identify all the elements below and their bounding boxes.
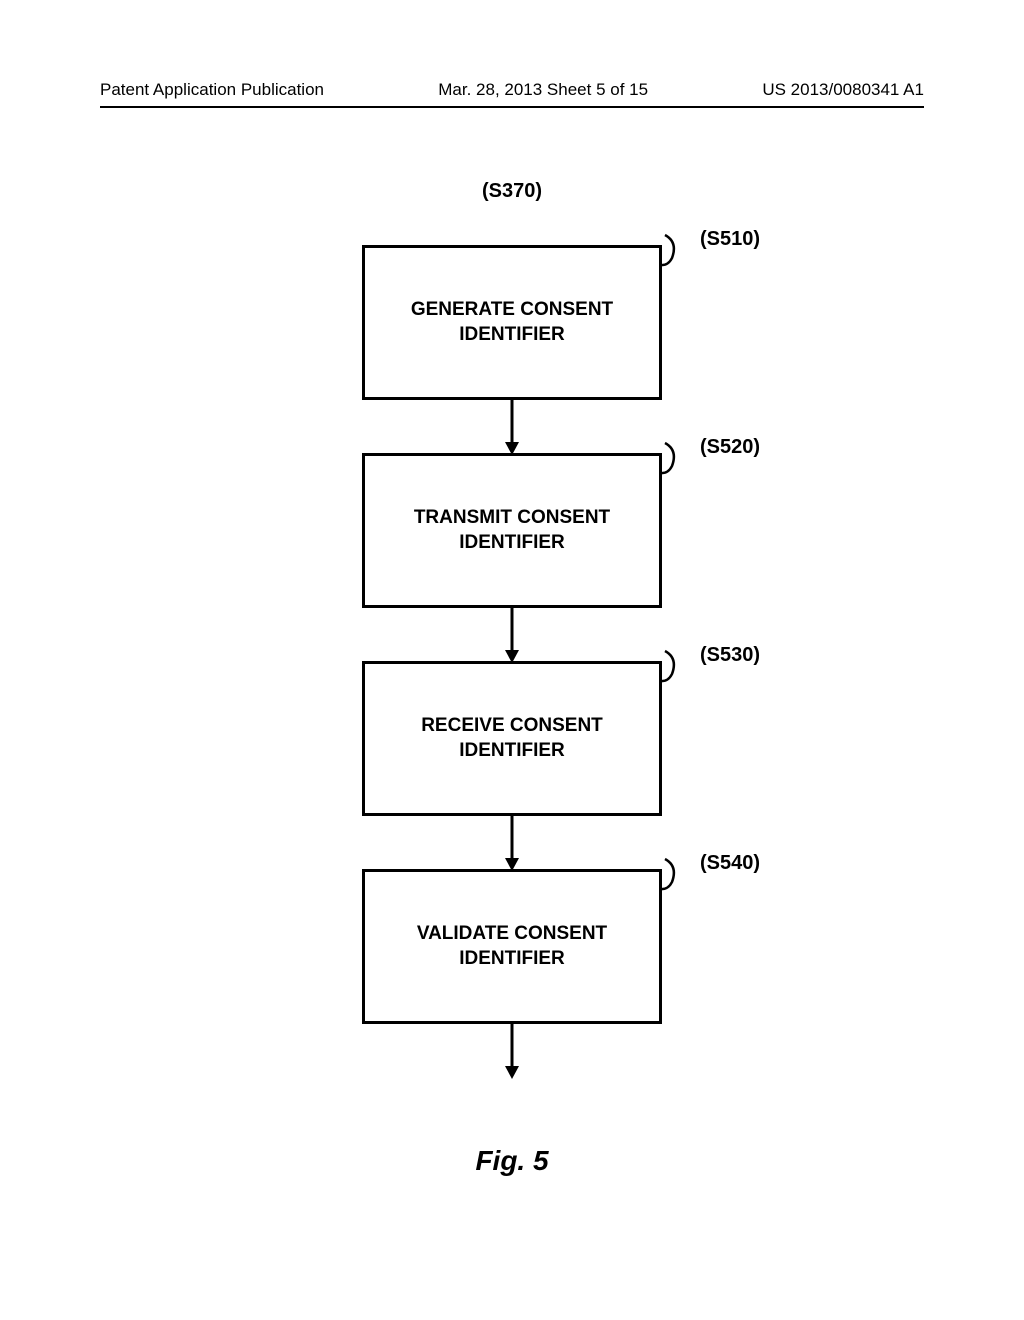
flow-step-transmit: TRANSMIT CONSENT IDENTIFIER bbox=[362, 453, 662, 608]
step-reference-label: (S510) bbox=[700, 228, 760, 251]
reference-hook-icon bbox=[660, 854, 700, 894]
flow-arrow-icon bbox=[502, 1024, 522, 1079]
flow-step-receive: RECEIVE CONSENT IDENTIFIER bbox=[362, 661, 662, 816]
reference-hook-icon bbox=[660, 438, 700, 478]
top-reference-label: (S370) bbox=[482, 180, 542, 203]
header-divider bbox=[100, 106, 924, 108]
header-right: US 2013/0080341 A1 bbox=[762, 80, 924, 100]
step-reference-label: (S520) bbox=[700, 436, 760, 459]
flow-step-label: RECEIVE CONSENT IDENTIFIER bbox=[421, 714, 603, 763]
flow-step-validate: VALIDATE CONSENT IDENTIFIER bbox=[362, 869, 662, 1024]
step-reference-label: (S540) bbox=[700, 852, 760, 875]
flow-step-label: GENERATE CONSENT IDENTIFIER bbox=[411, 298, 613, 347]
flow-arrow-icon bbox=[502, 608, 522, 663]
flow-arrow-icon bbox=[502, 400, 522, 455]
flow-step-label: VALIDATE CONSENT IDENTIFIER bbox=[417, 922, 607, 971]
reference-hook-icon bbox=[660, 230, 700, 270]
header-left: Patent Application Publication bbox=[100, 80, 324, 100]
flow-step-generate: GENERATE CONSENT IDENTIFIER bbox=[362, 245, 662, 400]
step-reference-label: (S530) bbox=[700, 644, 760, 667]
header-center: Mar. 28, 2013 Sheet 5 of 15 bbox=[438, 80, 648, 100]
flow-step-label: TRANSMIT CONSENT IDENTIFIER bbox=[414, 506, 610, 555]
figure-caption: Fig. 5 bbox=[475, 1145, 548, 1177]
flowchart-diagram: (S370) GENERATE CONSENT IDENTIFIER (S510… bbox=[0, 160, 1024, 1320]
flow-arrow-icon bbox=[502, 816, 522, 871]
reference-hook-icon bbox=[660, 646, 700, 686]
page-header: Patent Application Publication Mar. 28, … bbox=[100, 80, 924, 106]
